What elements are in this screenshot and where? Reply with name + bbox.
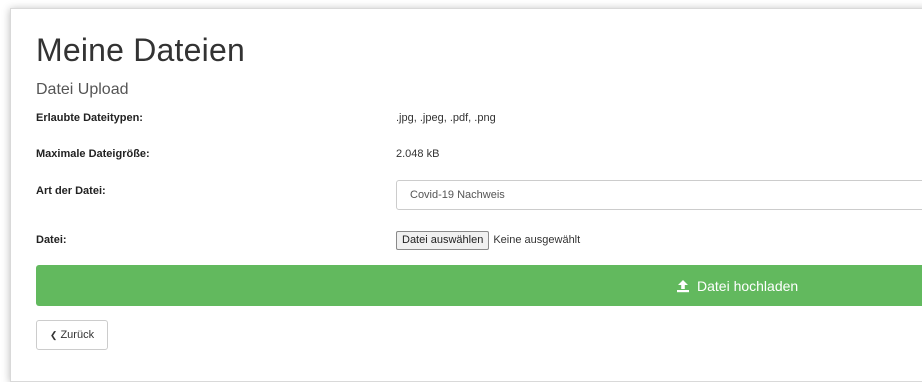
back-button-label: Zurück <box>60 329 95 341</box>
file-type-label: Art der Datei: <box>36 185 106 197</box>
upload-icon <box>676 279 690 293</box>
file-input: Datei auswählen Keine ausgewählt <box>396 230 580 250</box>
chevron-left-icon: ❮ <box>49 329 58 340</box>
file-type-select[interactable]: Covid-19 Nachweis <box>396 180 922 210</box>
page-subtitle: Datei Upload <box>36 81 129 98</box>
page-title: Meine Dateien <box>36 32 245 68</box>
file-type-selected: Covid-19 Nachweis <box>410 189 505 201</box>
file-label: Datei: <box>36 234 67 246</box>
allowed-types-label: Erlaubte Dateitypen: <box>36 112 143 124</box>
allowed-types-value: .jpg, .jpeg, .pdf, .png <box>396 112 496 124</box>
upload-button[interactable]: Datei hochladen <box>36 265 922 306</box>
back-button[interactable]: ❮ Zurück <box>36 320 108 350</box>
file-status: Keine ausgewählt <box>493 234 581 246</box>
upload-button-label: Datei hochladen <box>697 277 799 294</box>
choose-file-button[interactable]: Datei auswählen <box>396 230 490 250</box>
max-size-value: 2.048 kB <box>396 148 440 160</box>
max-size-label: Maximale Dateigröße: <box>36 148 150 160</box>
